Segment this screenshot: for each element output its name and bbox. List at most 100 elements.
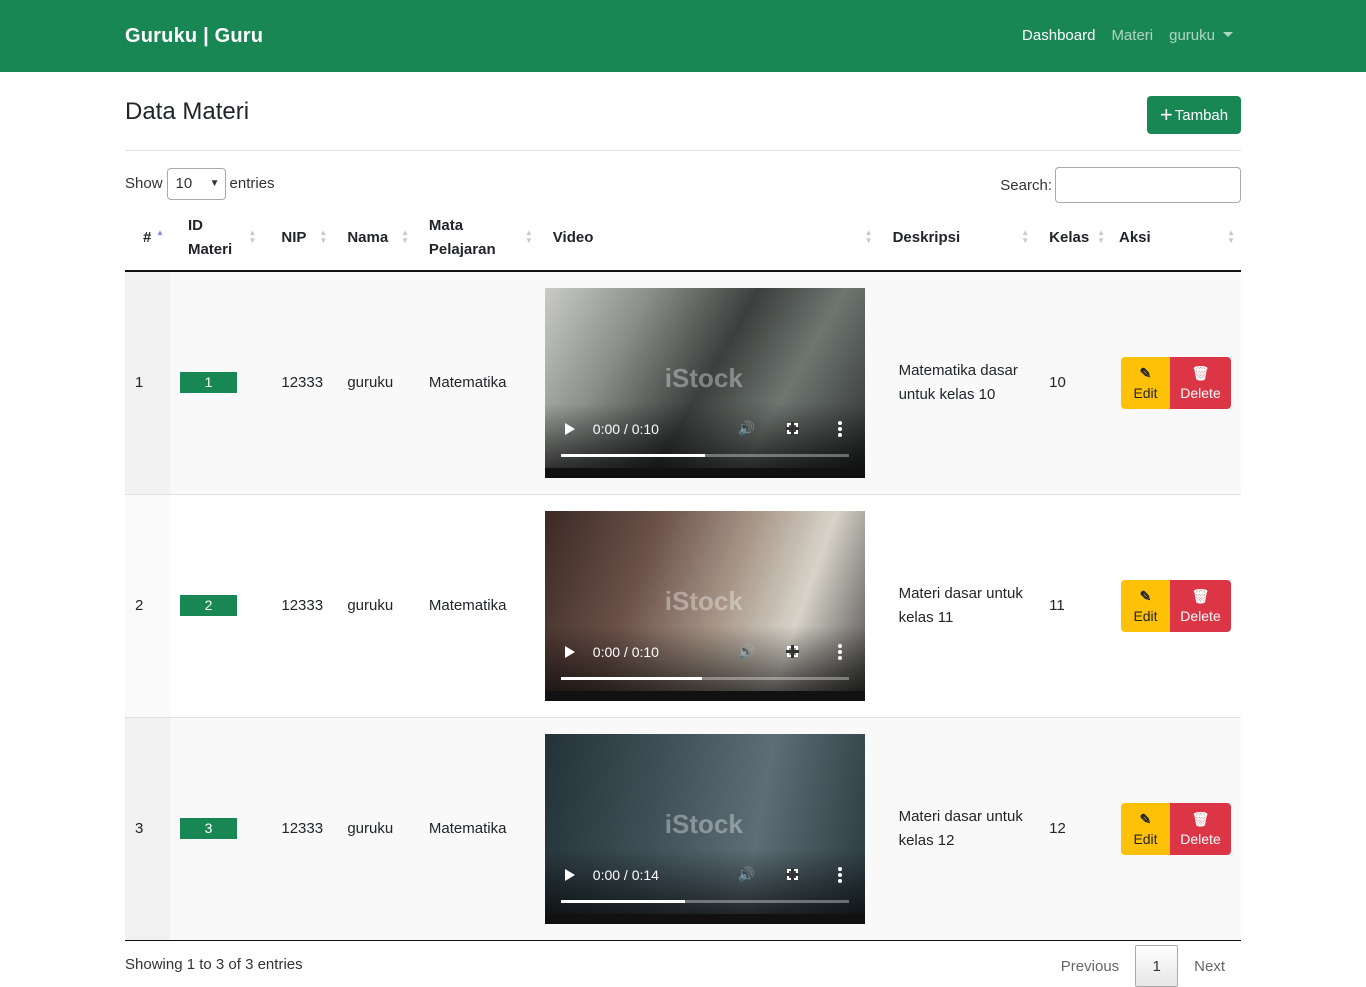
fullscreen-icon[interactable] — [785, 867, 799, 881]
table-row: 2 2 12333 guruku Matematika iStock 0:00 / 0:10… — [125, 494, 1241, 718]
play-icon[interactable] — [564, 868, 575, 881]
column-header-label: Aksi — [1119, 228, 1151, 246]
edit-button-label: Edit — [1133, 607, 1158, 624]
user-dropdown[interactable]: guruku — [1169, 27, 1233, 44]
cell-mata-pelajaran: Matematika — [414, 717, 539, 941]
cell-nama: guruku — [333, 494, 415, 718]
divider — [125, 150, 1241, 151]
deskripsi-line: kelas 11 — [898, 608, 954, 626]
column-header-deskripsi[interactable]: Deskripsi ▲ ▼ — [878, 205, 1036, 272]
video-time: 0:00 / 0:10 — [592, 420, 659, 437]
video-bottom-bar — [544, 690, 865, 701]
cell-id-materi: 3 — [169, 717, 263, 941]
fullscreen-icon[interactable] — [785, 644, 799, 658]
cell-nama: guruku — [333, 717, 415, 941]
video-bottom-bar — [544, 913, 865, 924]
edit-icon: ✎ — [1139, 810, 1152, 827]
table-row: 1 1 12333 guruku Matematika iStock 0:00 / 0:10… — [125, 271, 1241, 495]
materi-table: # ▲ ID Materi ▲ ▼ NIP ▲ ▼ Nama ▲ ▼ Mata Pelajaran… — [125, 205, 1241, 941]
play-icon[interactable] — [564, 645, 575, 658]
sort-icon: ▲ ▼ — [1021, 228, 1030, 245]
edit-button-label: Edit — [1133, 384, 1158, 401]
cell-nip: 12333 — [262, 717, 334, 941]
video-player[interactable]: iStock 0:00 / 0:10 🔊 — [544, 287, 865, 478]
search-input[interactable] — [1055, 167, 1241, 203]
nav-link-materi[interactable]: Materi — [1111, 27, 1153, 44]
fullscreen-icon[interactable] — [785, 421, 799, 435]
volume-icon[interactable]: 🔊 — [738, 866, 755, 883]
delete-button-label: Delete — [1180, 607, 1221, 624]
cell-id-materi: 1 — [169, 271, 263, 495]
add-button-label: Tambah — [1174, 106, 1229, 124]
delete-button[interactable]: 🗑 Delete — [1170, 356, 1231, 409]
play-icon[interactable] — [564, 422, 575, 435]
deskripsi-line: kelas 12 — [898, 831, 955, 849]
action-buttons: ✎ Edit 🗑 Delete — [1121, 356, 1231, 409]
column-header-aksi[interactable]: Aksi ▲ ▼ — [1111, 205, 1241, 272]
more-options-icon[interactable] — [837, 643, 842, 660]
cell-video: iStock 0:00 / 0:10 🔊 — [538, 271, 879, 495]
add-button[interactable]: + Tambah — [1147, 96, 1241, 134]
edit-icon: ✎ — [1139, 587, 1152, 604]
video-time: 0:00 / 0:10 — [592, 643, 659, 660]
sort-icon: ▲ ▼ — [319, 228, 328, 245]
brand-logo[interactable]: Guruku | Guru — [125, 25, 263, 48]
column-header-label: # — [143, 228, 152, 246]
more-options-icon[interactable] — [837, 866, 842, 883]
deskripsi-line: Materi dasar untuk — [898, 584, 1023, 602]
trash-icon: 🗑 — [1191, 364, 1210, 381]
pagination: Previous 1 Next — [1045, 945, 1241, 987]
column-header-mata-pelajaran[interactable]: Mata Pelajaran ▲ ▼ — [414, 205, 539, 272]
video-watermark: iStock — [664, 808, 743, 839]
cell-video: iStock 0:00 / 0:14 🔊 — [538, 717, 879, 941]
entries-label: entries — [229, 175, 275, 192]
nav-menu: Dashboard Materi guruku — [1022, 27, 1233, 44]
video-player[interactable]: iStock 0:00 / 0:10 🔊 — [544, 510, 865, 701]
video-controls-shade — [544, 402, 865, 478]
volume-icon[interactable]: 🔊 — [738, 420, 755, 437]
column-header-label: Kelas — [1049, 228, 1090, 246]
column-header-label: Materi — [187, 240, 233, 258]
cell-deskripsi: Materi dasar untuk kelas 11 — [878, 494, 1036, 718]
column-header-no[interactable]: # ▲ — [125, 205, 170, 272]
volume-icon[interactable]: 🔊 — [738, 643, 755, 660]
column-header-nip[interactable]: NIP ▲ ▼ — [262, 205, 334, 272]
nav-link-dashboard[interactable]: Dashboard — [1022, 27, 1095, 44]
action-buttons: ✎ Edit 🗑 Delete — [1121, 802, 1231, 855]
video-progress-bar[interactable] — [560, 676, 849, 680]
video-progress-bar[interactable] — [560, 453, 849, 457]
page-button-current[interactable]: 1 — [1135, 945, 1179, 987]
edit-button[interactable]: ✎ Edit — [1121, 802, 1170, 855]
cell-id-materi: 2 — [169, 494, 263, 718]
cell-video: iStock 0:00 / 0:10 🔊 — [538, 494, 879, 718]
column-header-kelas[interactable]: Kelas ▲ ▼ — [1035, 205, 1111, 272]
cell-aksi: ✎ Edit 🗑 Delete — [1111, 494, 1241, 718]
column-header-label: NIP — [281, 228, 307, 246]
delete-button[interactable]: 🗑 Delete — [1170, 579, 1231, 632]
column-header-label: Mata — [428, 216, 464, 234]
cell-mata-pelajaran: Matematika — [414, 494, 539, 718]
cell-kelas: 12 — [1035, 717, 1111, 941]
next-page-button[interactable]: Next — [1178, 945, 1241, 987]
entries-length-control: Show 10 ▼ entries — [125, 167, 275, 200]
previous-page-button[interactable]: Previous — [1045, 945, 1135, 987]
edit-button[interactable]: ✎ Edit — [1121, 579, 1170, 632]
edit-button[interactable]: ✎ Edit — [1121, 356, 1170, 409]
deskripsi-line: Matematika dasar — [898, 361, 1018, 379]
show-label: Show — [125, 175, 163, 192]
search-control: Search: — [1000, 167, 1241, 203]
column-header-nama[interactable]: Nama ▲ ▼ — [333, 205, 415, 272]
video-progress-bar[interactable] — [560, 899, 849, 903]
video-watermark: iStock — [664, 362, 743, 393]
delete-button-label: Delete — [1180, 830, 1221, 847]
column-header-video[interactable]: Video ▲ ▼ — [538, 205, 879, 272]
delete-button[interactable]: 🗑 Delete — [1170, 802, 1231, 855]
more-options-icon[interactable] — [837, 420, 842, 437]
delete-button-label: Delete — [1180, 384, 1221, 401]
deskripsi-line: Materi dasar untuk — [898, 807, 1023, 825]
page-title: Data Materi — [125, 98, 250, 125]
entries-select[interactable]: 10 ▼ — [166, 167, 226, 200]
column-header-id-materi[interactable]: ID Materi ▲ ▼ — [169, 205, 263, 272]
cell-mata-pelajaran: Matematika — [414, 271, 539, 495]
video-player[interactable]: iStock 0:00 / 0:14 🔊 — [544, 733, 865, 924]
